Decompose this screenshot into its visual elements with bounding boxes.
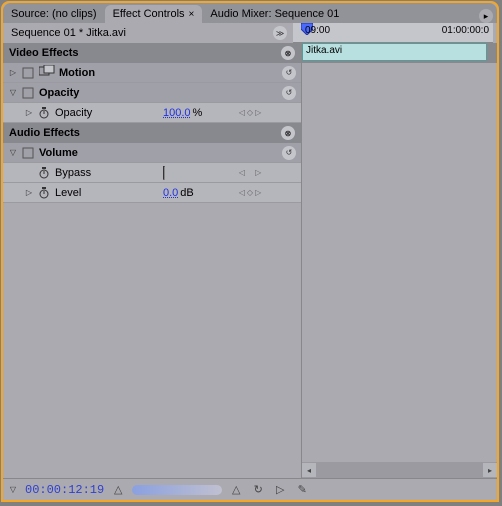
effect-name: Volume [39,147,78,159]
stopwatch-icon[interactable] [37,166,51,180]
reset-button[interactable]: ↺ [282,66,296,80]
effect-toggle-icon[interactable] [21,66,35,80]
bypass-checkbox[interactable] [163,166,165,180]
keyframe-nav: ◁ ◇ ▷ [223,108,277,117]
effect-list: Video Effects ⊗ ▷ Motion ↺ ▽ Opacity ↺ ▷… [3,43,301,478]
add-keyframe-button[interactable]: ◇ [247,188,253,197]
property-name: Level [55,187,81,199]
property-row-bypass: Bypass ◁ ◇ ▷ [3,163,301,183]
property-row-opacity: ▷ Opacity 100.0% ◁ ◇ ▷ [3,103,301,123]
scroll-left-button[interactable]: ◂ [302,463,316,477]
footer-bar: ▽ 00:00:12:19 △ △ ↻ ▷ ✎ [3,478,497,500]
timeline-ruler[interactable]: 09:00 01:00:00:0 [293,23,493,43]
reset-button[interactable]: ↺ [282,146,296,160]
twisty-icon[interactable]: ▷ [7,68,19,77]
ruler-tick: 09:00 [305,25,330,36]
ruler-tick: 01:00:00:0 [442,25,489,36]
tab-audio-mixer[interactable]: Audio Mixer: Sequence 01 [202,5,347,23]
collapse-icon[interactable]: ⊗ [281,46,295,60]
stopwatch-icon[interactable] [37,186,51,200]
property-name: Bypass [55,167,91,179]
tab-source[interactable]: Source: (no clips) [3,5,105,23]
effect-toggle-icon[interactable] [21,86,35,100]
timeline-area[interactable]: Jitka.avi ◂ ▸ [301,43,497,478]
clip-bar[interactable]: Jitka.avi [302,43,487,61]
keyframe-nav: ◁ ◇ ▷ [223,188,277,197]
add-keyframe-button[interactable]: ◇ [247,108,253,117]
tab-effect-controls[interactable]: Effect Controls× [105,5,203,23]
sequence-clip-label: Sequence 01 * Jitka.avi [7,27,253,39]
twisty-icon[interactable]: ▽ [7,148,19,157]
opacity-value[interactable]: 100.0 [163,107,191,119]
video-effects-header[interactable]: Video Effects ⊗ [3,43,301,63]
prev-keyframe-button[interactable]: ◁ [239,188,245,197]
effect-row-opacity[interactable]: ▽ Opacity ↺ [3,83,301,103]
twisty-icon[interactable]: ▷ [23,108,35,117]
collapse-icon[interactable]: ⊗ [281,126,295,140]
next-keyframe-button[interactable]: ▷ [255,108,261,117]
property-row-level: ▷ Level 0.0dB ◁ ◇ ▷ [3,183,301,203]
next-keyframe-button[interactable]: ▷ [255,168,261,177]
tab-bar: Source: (no clips) Effect Controls× Audi… [3,3,497,23]
effect-row-volume[interactable]: ▽ Volume ↺ [3,143,301,163]
stopwatch-icon[interactable] [37,106,51,120]
property-name: Opacity [55,107,92,119]
twisty-icon[interactable]: ▽ [7,88,19,97]
prev-keyframe-button[interactable]: ◁ [239,108,245,117]
effect-name: Motion [59,67,95,79]
effect-row-motion[interactable]: ▷ Motion ↺ [3,63,301,83]
audio-effects-header[interactable]: Audio Effects ⊗ [3,123,301,143]
keyframe-nav: ◁ ◇ ▷ [223,168,277,177]
loop-button[interactable]: ↻ [250,483,266,497]
zoom-in-icon[interactable]: △ [228,483,244,497]
motion-icon [39,65,55,80]
zoom-slider[interactable] [132,485,222,495]
scroll-right-button[interactable]: ▸ [483,463,497,477]
horizontal-scrollbar[interactable]: ◂ ▸ [302,462,497,478]
prev-keyframe-button[interactable]: ◁ [239,168,245,177]
wrench-icon[interactable]: ✎ [294,483,310,497]
panel-menu-button[interactable]: ▸ [479,9,493,23]
close-icon[interactable]: × [189,9,195,20]
reset-button[interactable]: ↺ [282,86,296,100]
next-keyframe-button[interactable]: ▷ [255,188,261,197]
show-timeline-button[interactable]: ≫ [273,26,287,40]
twisty-icon[interactable]: ▽ [7,485,19,494]
effect-toggle-icon[interactable] [21,146,35,160]
play-button[interactable]: ▷ [272,483,288,497]
twisty-icon[interactable]: ▷ [23,188,35,197]
current-timecode[interactable]: 00:00:12:19 [25,483,104,497]
level-value[interactable]: 0.0 [163,187,178,199]
effect-name: Opacity [39,87,79,99]
zoom-out-icon[interactable]: △ [110,483,126,497]
